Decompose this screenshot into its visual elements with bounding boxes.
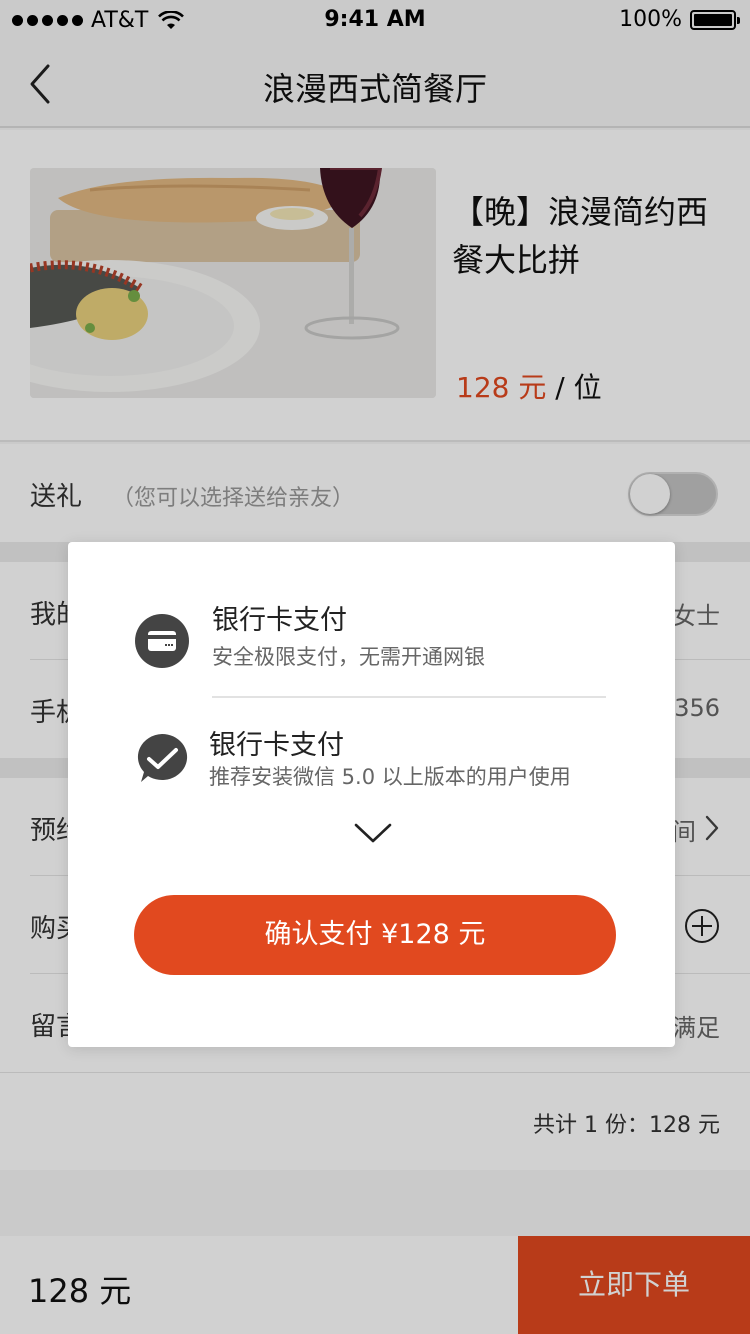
payment-option-title: 银行卡支付 [209, 730, 344, 761]
wechat-icon [137, 733, 188, 782]
payment-option-title: 银行卡支付 [212, 605, 347, 636]
chevron-down-icon[interactable] [354, 822, 392, 844]
confirm-pay-button[interactable]: 确认支付 ¥128 元 [134, 895, 616, 975]
payment-option-desc: 安全极限支付，无需开通网银 [212, 645, 485, 669]
payment-modal: 银行卡支付 安全极限支付，无需开通网银 银行卡支付 推荐安装微信 5.0 以上版… [68, 542, 675, 1047]
divider [212, 696, 606, 698]
payment-option-desc: 推荐安装微信 5.0 以上版本的用户使用 [209, 765, 571, 789]
bank-card-icon [135, 614, 189, 668]
